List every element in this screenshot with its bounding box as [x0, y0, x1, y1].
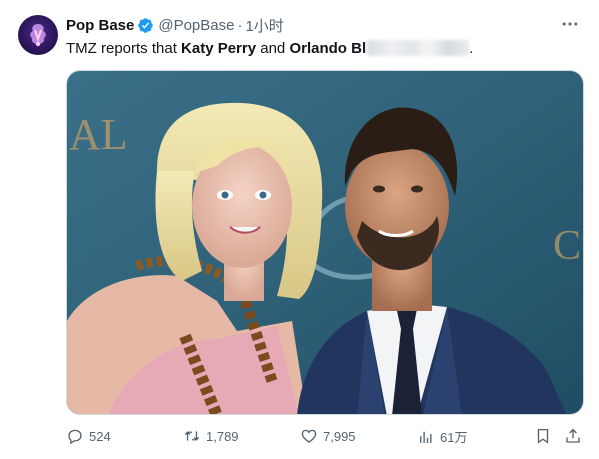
tweet-text: TMZ reports that Katy Perry and Orlando …: [66, 39, 473, 59]
separator-dot: ·: [237, 16, 243, 34]
more-options-button[interactable]: [559, 14, 581, 34]
retweet-button[interactable]: 1,789: [183, 427, 239, 445]
handle[interactable]: @PopBase: [158, 17, 234, 34]
retweet-count: 1,789: [206, 428, 239, 444]
tweet-text-conjunction: and: [256, 40, 290, 57]
reply-button[interactable]: 524: [66, 427, 111, 445]
reply-icon: [68, 429, 82, 445]
tweet-text-suffix: .: [469, 40, 474, 57]
tweet-text-prefix: TMZ reports that: [66, 40, 182, 57]
backdrop-text-right: C: [553, 223, 581, 269]
views-icon: [420, 431, 432, 443]
timestamp[interactable]: 1小时: [245, 15, 283, 36]
tweet-media-photo[interactable]: AL C: [66, 70, 584, 415]
photo-illustration: AL C: [67, 71, 583, 414]
share-button[interactable]: [564, 427, 582, 445]
share-icon: [566, 428, 580, 443]
like-button[interactable]: 7,995: [300, 427, 356, 445]
views-button[interactable]: 61万: [417, 427, 467, 446]
mention-name-one: Katy Perry: [181, 40, 257, 57]
reply-count: 524: [89, 428, 111, 444]
bookmark-button[interactable]: [534, 427, 552, 445]
blurred-text: [367, 40, 470, 56]
verified-badge-icon: [138, 17, 154, 33]
tweet-action-bar: 524 1,789 7,995 61万: [66, 427, 584, 449]
more-options-icon: [562, 22, 578, 26]
avatar-logo-icon: [30, 24, 46, 47]
bookmark-icon: [537, 428, 549, 444]
avatar[interactable]: [18, 15, 58, 55]
retweet-icon: [184, 431, 200, 441]
views-count: 61万: [440, 430, 468, 445]
like-icon: [301, 429, 317, 443]
like-count: 7,995: [323, 428, 356, 444]
mention-name-two: Orlando Bl: [289, 40, 367, 57]
tweet-header: Pop Base @PopBase · 1小时: [66, 15, 284, 35]
display-name[interactable]: Pop Base: [66, 17, 134, 34]
backdrop-text-left: AL: [69, 110, 128, 159]
